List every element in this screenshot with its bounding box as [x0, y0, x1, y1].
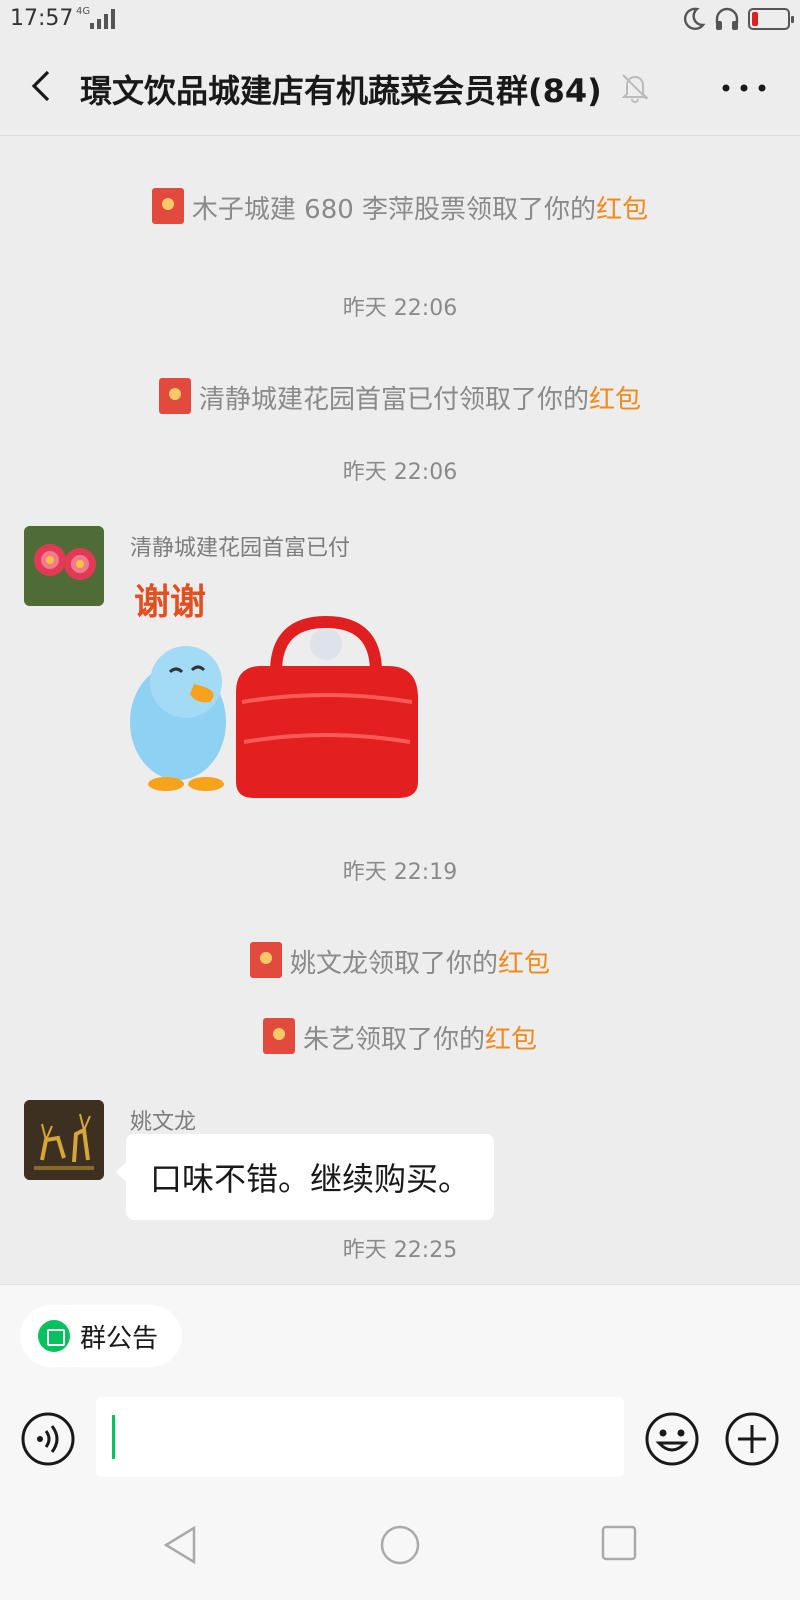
voice-icon[interactable]: [20, 1411, 76, 1467]
red-packet-icon: [151, 188, 184, 224]
avatar[interactable]: [24, 526, 104, 606]
red-packet-link[interactable]: 红包: [485, 1025, 537, 1055]
group-notice-label: 群公告: [80, 1323, 159, 1354]
nav-recents-icon[interactable]: [600, 1524, 638, 1562]
nav-back-icon[interactable]: [160, 1524, 202, 1566]
red-packet-icon: [262, 1018, 295, 1054]
message-bubble[interactable]: 口味不错。继续购买。: [115, 1134, 495, 1220]
system-message: 木子城建 680 李萍股票领取了你的红包: [0, 188, 800, 226]
back-icon[interactable]: [24, 68, 60, 104]
more-icon[interactable]: [722, 84, 766, 92]
status-bar: 17:57 4G: [0, 0, 800, 40]
chat-title: 璟文饮品城建店有机蔬菜会员群(84): [80, 72, 602, 110]
chat-messages[interactable]: 木子城建 680 李萍股票领取了你的红包 昨天 22:06 清静城建花园首富已付…: [0, 136, 800, 1284]
thanks-sticker[interactable]: 谢谢: [126, 572, 426, 812]
sender-name: 清静城建花园首富已付: [130, 536, 351, 561]
timestamp: 昨天 22:06: [342, 296, 458, 321]
headphone-icon: [715, 7, 739, 30]
signal-icon: [90, 9, 115, 29]
status-time: 17:57: [10, 6, 74, 31]
system-message: 姚文龙领取了你的红包: [0, 942, 800, 980]
system-message: 朱艺领取了你的红包: [0, 1018, 800, 1056]
moon-icon: [683, 7, 706, 30]
notice-icon: [38, 1320, 70, 1352]
sticker-text: 谢谢: [134, 582, 206, 623]
red-packet-icon: [158, 378, 191, 414]
red-packet-link[interactable]: 红包: [589, 385, 641, 415]
emoji-icon[interactable]: [644, 1411, 700, 1467]
system-message: 清静城建花园首富已付领取了你的红包: [0, 378, 800, 416]
sender-name: 姚文龙: [130, 1110, 197, 1135]
system-navigation-bar: [0, 1500, 800, 1600]
text-caret: [112, 1415, 115, 1459]
deer-avatar-icon: [24, 1100, 104, 1180]
plus-icon[interactable]: [724, 1411, 780, 1467]
timestamp: 昨天 22:25: [342, 1238, 458, 1263]
message-input[interactable]: [96, 1397, 624, 1477]
chat-header: 璟文饮品城建店有机蔬菜会员群(84): [0, 40, 800, 136]
group-notice-button[interactable]: 群公告: [20, 1305, 183, 1367]
mute-bell-icon: [621, 74, 649, 103]
nav-home-icon[interactable]: [379, 1524, 421, 1566]
avatar[interactable]: [24, 1100, 104, 1180]
battery-icon: [748, 8, 794, 30]
red-packet-icon: [249, 942, 282, 978]
timestamp: 昨天 22:06: [342, 460, 458, 485]
red-packet-link[interactable]: 红包: [596, 195, 648, 225]
red-packet-link[interactable]: 红包: [498, 949, 550, 979]
flower-avatar-icon: [24, 526, 104, 606]
timestamp: 昨天 22:19: [342, 860, 458, 885]
